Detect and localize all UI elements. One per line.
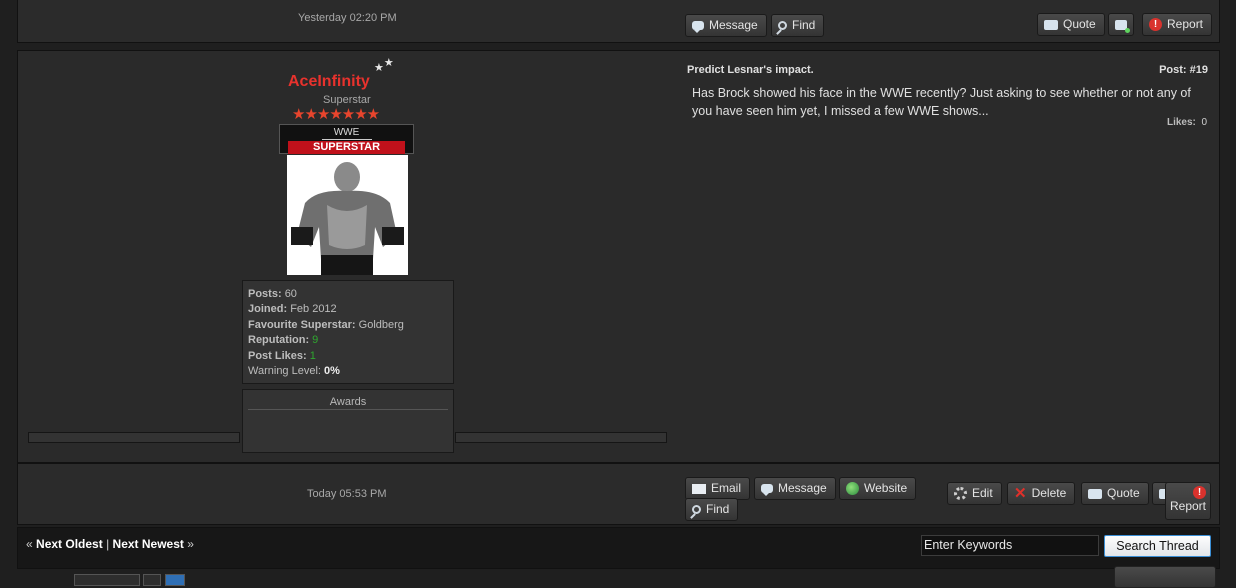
online-stars-icon: ★★ xyxy=(374,57,394,74)
awards-box: Awards xyxy=(242,389,454,453)
awards-label: Awards xyxy=(248,396,448,410)
message-icon xyxy=(692,21,704,34)
quote-button[interactable]: Quote xyxy=(1081,482,1149,505)
post-number-link[interactable]: Post: #19 xyxy=(1159,64,1208,76)
username[interactable]: AceInfinity xyxy=(288,73,370,91)
post-message: Has Brock showed his face in the WWE rec… xyxy=(692,86,1191,118)
thread-nav-bar: « Next Oldest | Next Newest » Enter Keyw… xyxy=(17,527,1220,569)
find-button[interactable]: Find xyxy=(685,498,739,521)
next-oldest-link[interactable]: Next Oldest xyxy=(36,537,103,551)
quote-icon xyxy=(1088,488,1102,499)
delete-button[interactable]: ✕ Delete xyxy=(1007,482,1076,505)
quote-button[interactable]: Quote xyxy=(1037,13,1105,36)
post-likes: Likes: 0 xyxy=(1166,117,1207,128)
search-thread-input[interactable]: Enter Keywords xyxy=(921,535,1099,556)
post-footer: Today 05:53 PM Email Message Website Fin… xyxy=(17,463,1220,525)
prev-post-date: Yesterday 02:20 PM xyxy=(298,12,397,24)
rank-banner: WWE SUPERSTAR xyxy=(279,124,414,154)
rank-stars: ★★★★★★★ xyxy=(292,106,380,123)
avatar[interactable] xyxy=(287,155,408,275)
prev-post-footer: Yesterday 02:20 PM Message Find Quote ! R… xyxy=(17,0,1220,43)
bottom-control[interactable] xyxy=(143,574,161,586)
find-button[interactable]: Find xyxy=(771,14,825,37)
reputation-link[interactable]: 9 xyxy=(312,334,318,346)
edit-button[interactable]: Edit xyxy=(947,482,1002,505)
post-subject: Predict Lesnar's impact. xyxy=(687,64,814,76)
bottom-control[interactable] xyxy=(165,574,185,586)
multi-quote-button[interactable] xyxy=(1108,13,1134,36)
next-newest-link[interactable]: Next Newest xyxy=(113,537,184,551)
search-thread-button[interactable]: Search Thread xyxy=(1104,535,1211,557)
message-button[interactable]: Message xyxy=(685,14,767,37)
report-icon: ! xyxy=(1149,18,1162,32)
report-button[interactable]: ! Report xyxy=(1165,482,1211,520)
search-icon xyxy=(692,505,701,515)
website-button[interactable]: Website xyxy=(839,477,917,500)
message-icon xyxy=(761,484,773,497)
post-body-panel: AceInfinity ★★ Superstar ★★★★★★★ WWE SUP… xyxy=(17,50,1220,463)
delete-icon: ✕ xyxy=(1014,484,1027,502)
bottom-control[interactable] xyxy=(74,574,140,586)
report-button[interactable]: ! Report xyxy=(1142,13,1213,36)
gear-icon xyxy=(954,487,967,501)
multiquote-icon xyxy=(1115,19,1130,33)
user-stats: Posts: 60 Joined: Feb 2012 Favourite Sup… xyxy=(242,280,454,384)
email-icon xyxy=(692,483,706,494)
message-button[interactable]: Message xyxy=(754,477,836,500)
post-date: Today 05:53 PM xyxy=(307,488,387,500)
email-button[interactable]: Email xyxy=(685,477,751,500)
globe-icon xyxy=(846,482,859,496)
report-icon: ! xyxy=(1193,486,1206,500)
divider xyxy=(28,432,240,443)
new-reply-button[interactable] xyxy=(1114,566,1216,588)
thread-nav-links: « Next Oldest | Next Newest » xyxy=(26,537,194,551)
quote-icon xyxy=(1044,19,1058,30)
divider xyxy=(455,432,667,443)
search-icon xyxy=(778,21,787,31)
